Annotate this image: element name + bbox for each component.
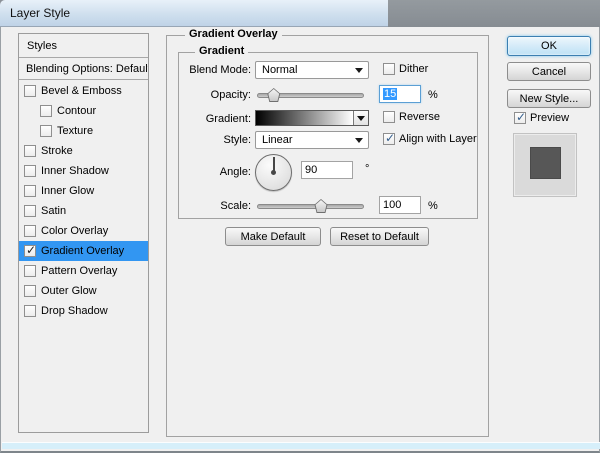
styles-list-header: Styles: [19, 34, 148, 58]
sidebar-item-blending-options[interactable]: Blending Options: Default: [19, 58, 148, 80]
dither-label: Dither: [399, 63, 428, 75]
reverse-label: Reverse: [399, 111, 440, 123]
new-style-button[interactable]: New Style...: [507, 89, 591, 108]
ok-button[interactable]: OK: [507, 36, 591, 56]
blend-mode-dropdown[interactable]: Normal: [255, 61, 369, 79]
cancel-button[interactable]: Cancel: [507, 62, 591, 81]
scale-unit: %: [428, 200, 438, 212]
gradient-overlay-checkbox[interactable]: [24, 245, 36, 257]
gradient-label: Gradient:: [179, 113, 251, 125]
reverse-checkbox[interactable]: Reverse: [383, 111, 440, 123]
sidebar-item-contour[interactable]: Contour: [19, 101, 148, 121]
scale-value: 100: [383, 199, 401, 211]
checkbox-icon[interactable]: [383, 111, 395, 123]
angle-label: Angle:: [179, 166, 251, 178]
checkbox-icon[interactable]: [383, 63, 395, 75]
style-dropdown[interactable]: Linear: [255, 131, 369, 149]
gradient-group: Gradient Blend Mode: Normal Dither Opaci…: [178, 52, 478, 219]
opacity-label: Opacity:: [179, 89, 251, 101]
panel-title: Gradient Overlay: [185, 28, 282, 40]
scale-label: Scale:: [179, 200, 251, 212]
drop-shadow-checkbox[interactable]: [24, 305, 36, 317]
style-value: Linear: [262, 134, 293, 146]
sidebar-item-label: Inner Shadow: [41, 165, 109, 177]
make-default-button[interactable]: Make Default: [225, 227, 321, 246]
bevel-emboss-checkbox[interactable]: [24, 85, 36, 97]
inner-glow-checkbox[interactable]: [24, 185, 36, 197]
scale-input[interactable]: 100: [379, 196, 421, 214]
scale-slider-thumb[interactable]: [315, 199, 328, 213]
background-behind-dialog: [388, 0, 600, 27]
gradient-preview[interactable]: [256, 111, 353, 125]
layer-style-dialog: Layer Style Styles Blending Options: Def…: [0, 0, 600, 453]
sidebar-item-label: Inner Glow: [41, 185, 94, 197]
chevron-down-icon: [355, 68, 363, 73]
sidebar-item-label: Gradient Overlay: [41, 245, 124, 257]
align-with-layer-label: Align with Layer: [399, 133, 477, 145]
opacity-slider-thumb[interactable]: [267, 88, 280, 102]
sidebar-item-drop-shadow[interactable]: Drop Shadow: [19, 301, 148, 321]
sidebar-item-inner-shadow[interactable]: Inner Shadow: [19, 161, 148, 181]
styles-list: Styles Blending Options: Default Bevel &…: [18, 33, 149, 433]
opacity-input[interactable]: 15: [379, 85, 421, 103]
angle-unit: °: [365, 163, 369, 175]
preview-label: Preview: [530, 112, 569, 124]
checkbox-icon[interactable]: [514, 112, 526, 124]
inner-shadow-checkbox[interactable]: [24, 165, 36, 177]
sidebar-item-stroke[interactable]: Stroke: [19, 141, 148, 161]
checkbox-icon[interactable]: [383, 133, 395, 145]
style-label: Style:: [179, 134, 251, 146]
sidebar-item-texture[interactable]: Texture: [19, 121, 148, 141]
sidebar-item-inner-glow[interactable]: Inner Glow: [19, 181, 148, 201]
angle-center-dot: [271, 170, 276, 175]
opacity-value: 15: [383, 88, 397, 100]
sidebar-item-label: Pattern Overlay: [41, 265, 117, 277]
sidebar-item-label: Contour: [57, 105, 96, 117]
sidebar-item-label: Color Overlay: [41, 225, 108, 237]
gradient-overlay-panel: Gradient Overlay Gradient Blend Mode: No…: [166, 35, 489, 437]
reset-to-default-button[interactable]: Reset to Default: [330, 227, 429, 246]
window-title: Layer Style: [10, 6, 70, 20]
sidebar-item-label: Stroke: [41, 145, 73, 157]
sidebar-item-gradient-overlay[interactable]: Gradient Overlay: [19, 241, 148, 261]
title-bar[interactable]: Layer Style: [0, 0, 388, 27]
dither-checkbox[interactable]: Dither: [383, 63, 428, 75]
blend-mode-value: Normal: [262, 64, 297, 76]
sidebar-item-color-overlay[interactable]: Color Overlay: [19, 221, 148, 241]
outer-glow-checkbox[interactable]: [24, 285, 36, 297]
blend-mode-label: Blend Mode:: [179, 64, 251, 76]
color-overlay-checkbox[interactable]: [24, 225, 36, 237]
opacity-slider[interactable]: [257, 93, 364, 98]
sidebar-item-satin[interactable]: Satin: [19, 201, 148, 221]
sidebar-item-label: Bevel & Emboss: [41, 85, 122, 97]
scale-slider[interactable]: [257, 204, 364, 209]
align-with-layer-checkbox[interactable]: Align with Layer: [383, 133, 477, 145]
styles-list-items: Bevel & Emboss Contour Texture Stroke Inner …: [19, 81, 148, 321]
sidebar-item-label: Satin: [41, 205, 66, 217]
sidebar-item-pattern-overlay[interactable]: Pattern Overlay: [19, 261, 148, 281]
sidebar-item-label: Drop Shadow: [41, 305, 108, 317]
preview-checkbox[interactable]: Preview: [514, 112, 569, 124]
pattern-overlay-checkbox[interactable]: [24, 265, 36, 277]
gradient-picker[interactable]: [255, 110, 369, 126]
opacity-unit: %: [428, 89, 438, 101]
contour-checkbox[interactable]: [40, 105, 52, 117]
angle-value: 90: [305, 164, 317, 176]
sidebar-item-label: Outer Glow: [41, 285, 97, 297]
gradient-dropdown-button[interactable]: [353, 111, 368, 125]
window-bottom-frame: [2, 442, 600, 449]
preview-swatch-layer: [530, 147, 561, 179]
gradient-group-title: Gradient: [195, 45, 248, 57]
chevron-down-icon: [357, 116, 365, 121]
chevron-down-icon: [355, 138, 363, 143]
angle-input[interactable]: 90: [301, 161, 353, 179]
satin-checkbox[interactable]: [24, 205, 36, 217]
stroke-checkbox[interactable]: [24, 145, 36, 157]
sidebar-item-outer-glow[interactable]: Outer Glow: [19, 281, 148, 301]
sidebar-item-bevel-emboss[interactable]: Bevel & Emboss: [19, 81, 148, 101]
angle-dial[interactable]: [255, 154, 292, 191]
preview-swatch: [513, 133, 577, 197]
sidebar-item-label: Texture: [57, 125, 93, 137]
texture-checkbox[interactable]: [40, 125, 52, 137]
